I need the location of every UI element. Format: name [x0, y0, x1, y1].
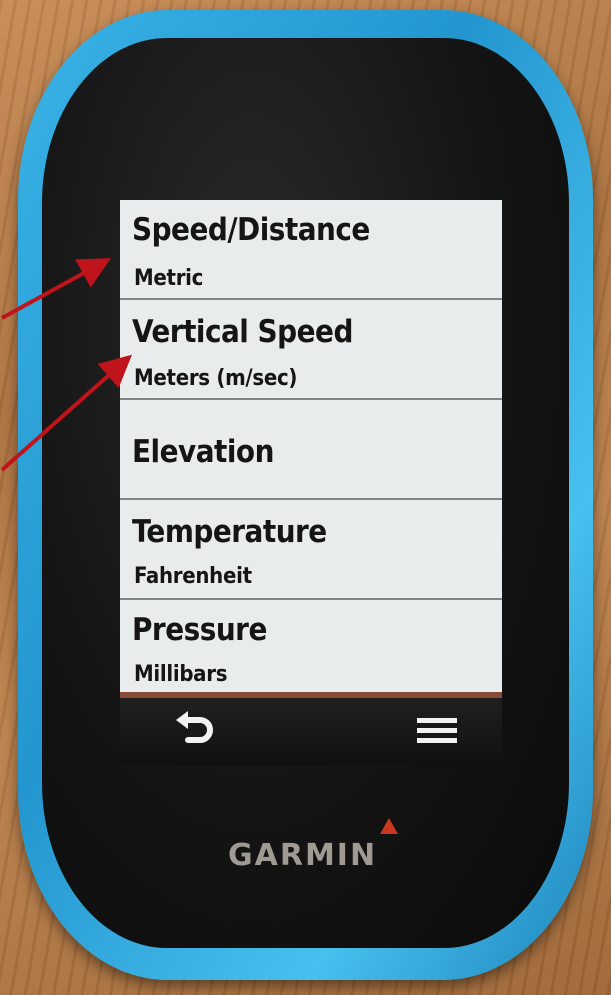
back-button[interactable] — [160, 706, 230, 756]
garmin-logo: GARMIN — [228, 838, 378, 873]
hamburger-menu-icon — [417, 718, 457, 743]
back-arrow-icon — [176, 711, 213, 743]
menu-button[interactable] — [402, 706, 472, 756]
menu-item-title: Pressure — [132, 612, 267, 648]
menu-item-vertical-speed[interactable]: Vertical Speed Meters (m/sec) — [120, 300, 502, 400]
menu-item-subtitle: Metric — [134, 266, 204, 291]
menu-item-pressure[interactable]: Pressure Millibars — [120, 600, 502, 700]
menu-item-title: Speed/Distance — [132, 212, 370, 248]
menu-item-speed-distance[interactable]: Speed/Distance Metric — [120, 200, 502, 300]
units-menu-list: Speed/Distance Metric Vertical Speed Met… — [120, 200, 502, 697]
menu-item-title: Elevation — [132, 434, 274, 470]
menu-item-title: Temperature — [132, 514, 327, 550]
menu-item-subtitle: Fahrenheit — [134, 564, 252, 589]
garmin-triangle-icon — [380, 818, 398, 834]
menu-item-subtitle: Millibars — [134, 662, 228, 687]
menu-item-elevation[interactable]: Elevation — [120, 400, 502, 500]
menu-item-temperature[interactable]: Temperature Fahrenheit — [120, 500, 502, 600]
softkey-bar — [120, 698, 502, 765]
menu-item-subtitle: Meters (m/sec) — [134, 366, 298, 391]
menu-item-title: Vertical Speed — [132, 314, 353, 350]
device-screen: Speed/Distance Metric Vertical Speed Met… — [120, 200, 502, 765]
